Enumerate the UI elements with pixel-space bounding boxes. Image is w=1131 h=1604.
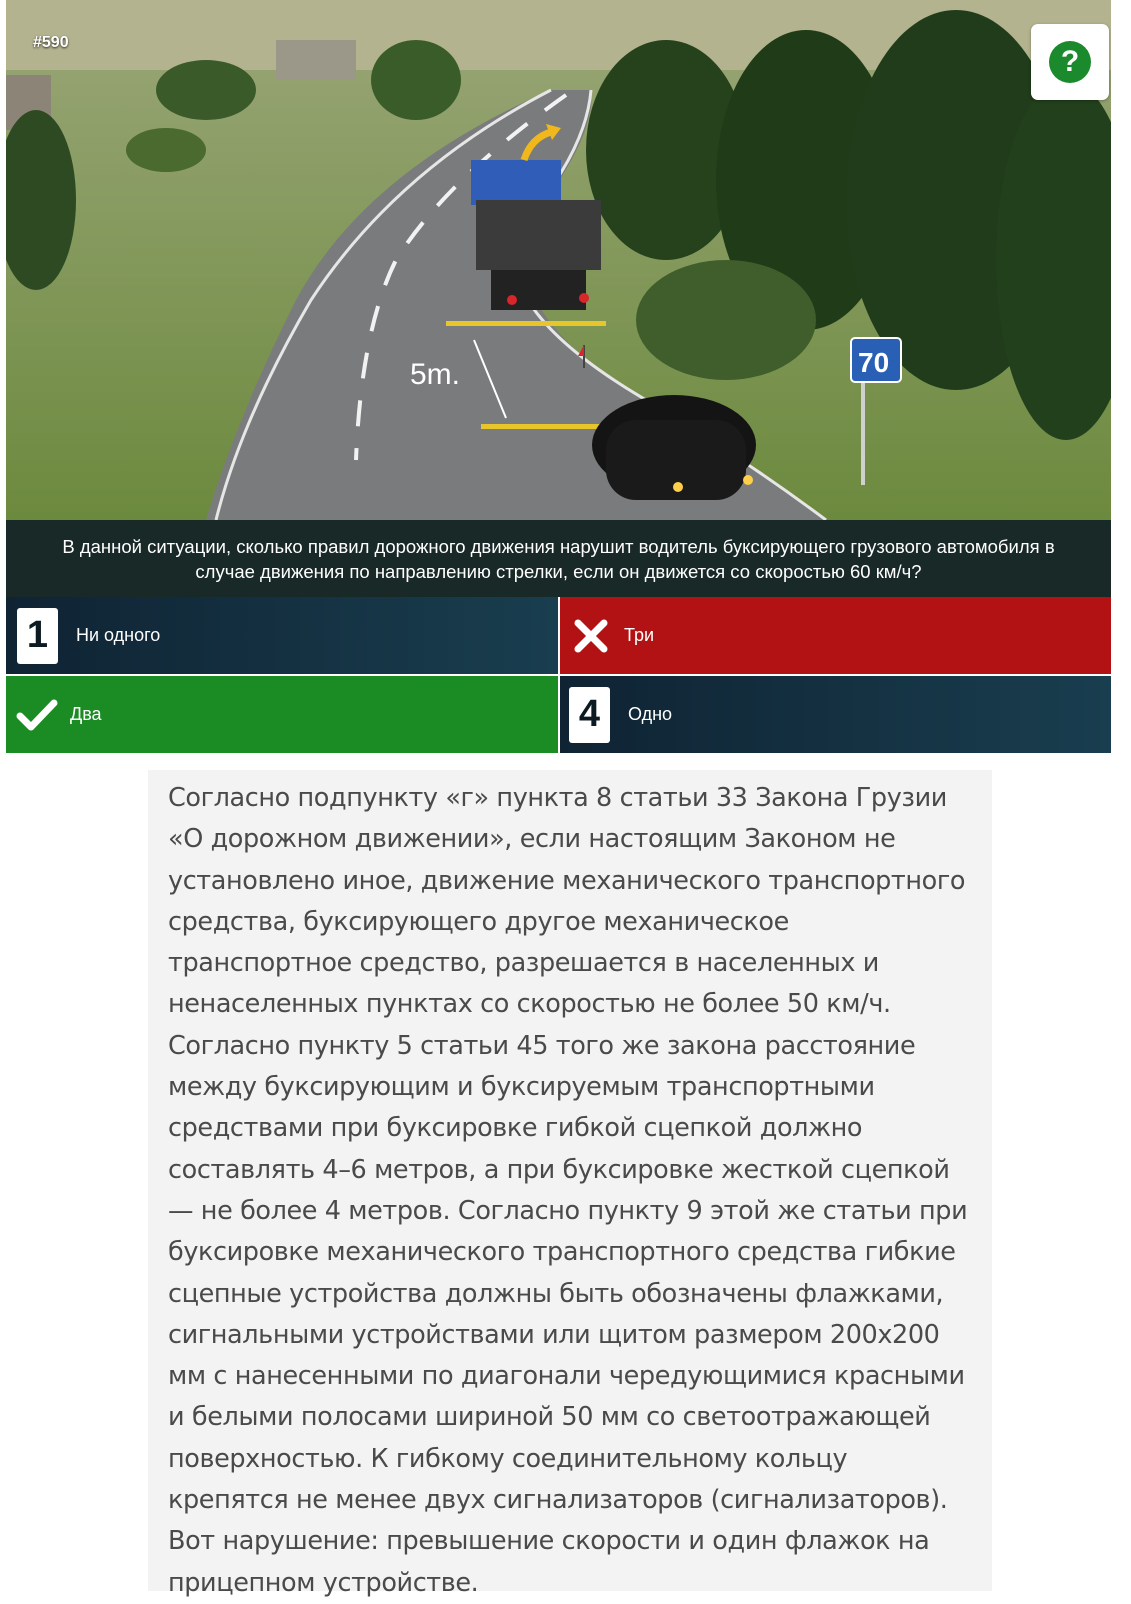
answer-number-box: 1 bbox=[17, 607, 58, 664]
cross-icon bbox=[570, 608, 612, 664]
answer-label: Одно bbox=[628, 704, 673, 724]
scene-illustration: 5m. 70 bbox=[6, 0, 1111, 520]
answer-option-2[interactable]: Три bbox=[558, 597, 1111, 674]
answer-option-4[interactable]: 4 Одно bbox=[558, 676, 1111, 753]
question-text: В данной ситуации, сколько правил дорожн… bbox=[62, 535, 1055, 582]
answer-label: Ни одного bbox=[76, 625, 161, 645]
question-number: #590 bbox=[33, 34, 69, 51]
distance-label: 5m. bbox=[410, 358, 460, 391]
help-symbol: ? bbox=[1060, 45, 1080, 78]
answer-number: 1 bbox=[26, 614, 49, 656]
answer-option-3[interactable]: Два bbox=[6, 676, 558, 753]
speed-sign-value: 70 bbox=[858, 347, 889, 378]
explanation-panel: Согласно подпункту «г» пункта 8 статьи 3… bbox=[148, 770, 992, 1598]
answer-label: Два bbox=[70, 704, 102, 724]
answer-number: 4 bbox=[578, 693, 601, 735]
answer-number-box: 4 bbox=[569, 686, 610, 743]
question-mark-icon: ? bbox=[1049, 41, 1091, 83]
question-bar: В данной ситуации, сколько правил дорожн… bbox=[6, 520, 1111, 597]
help-button[interactable]: ? bbox=[1031, 24, 1109, 100]
question-card: 5m. 70 #590 ? В данной ситуации, сколько… bbox=[6, 0, 1111, 597]
answer-option-1[interactable]: 1 Ни одного bbox=[6, 597, 558, 674]
explanation-text: Согласно подпункту «г» пункта 8 статьи 3… bbox=[168, 783, 968, 1598]
answer-label: Три bbox=[624, 625, 655, 645]
check-icon bbox=[16, 687, 58, 743]
